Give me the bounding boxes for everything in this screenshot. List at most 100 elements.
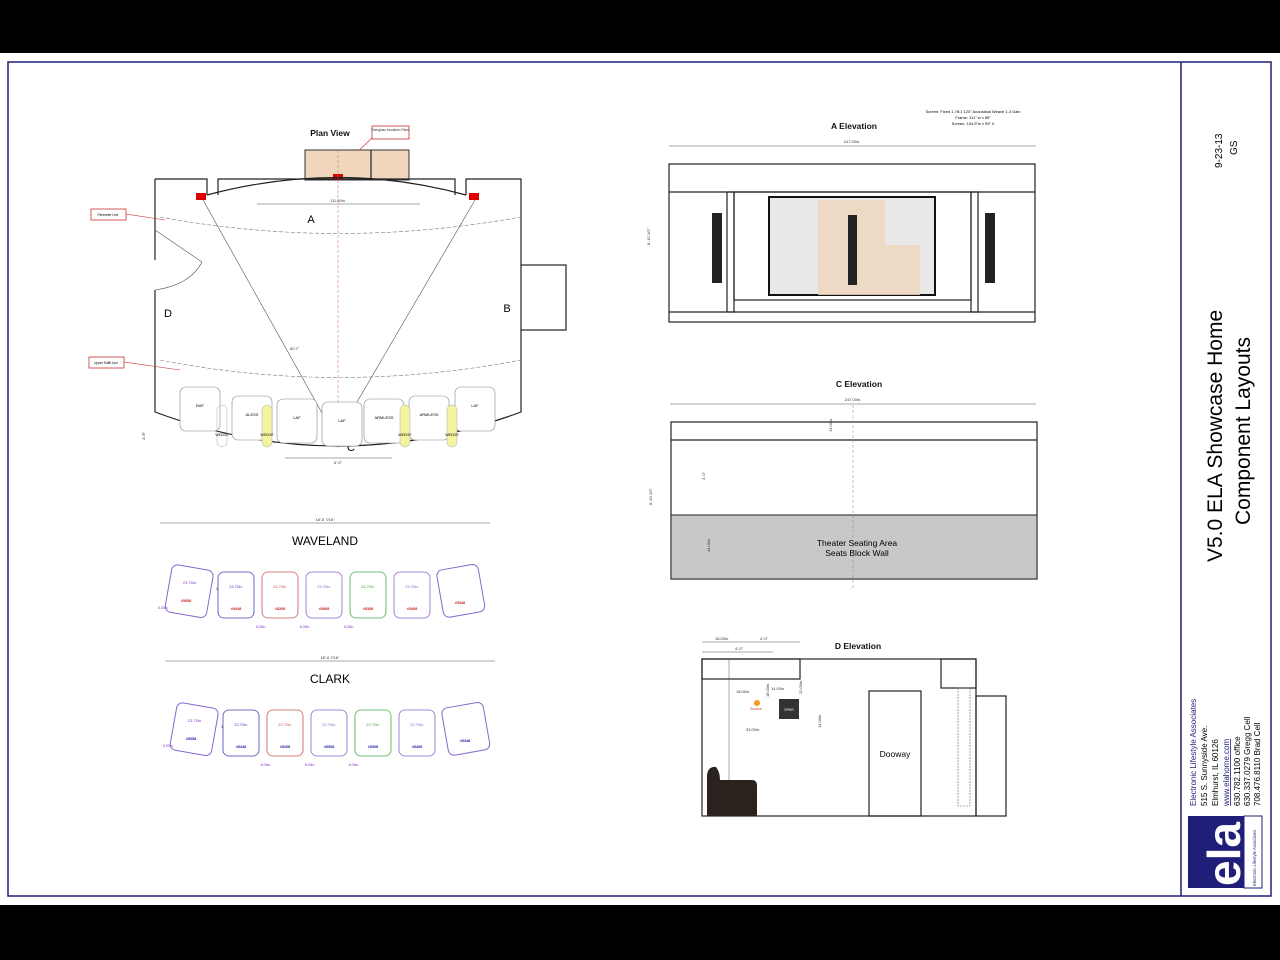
c-height-dim: 8'-10 1/2": [648, 488, 653, 505]
address-line-1: 515 S. Sunnyside Ave.: [1200, 726, 1209, 806]
seat: [321, 401, 363, 447]
soffit-line: [159, 359, 522, 378]
plan-view: Plan View Fiberglass Insulation Filled 1…: [88, 125, 567, 465]
seat-dim: 23.75in.: [366, 723, 380, 727]
drawing-sheet: Plan View Fiberglass Insulation Filled 1…: [0, 53, 1280, 905]
phone-office: 630.782.1100 office: [1233, 736, 1242, 806]
d-dim-spkr-x: 14.00in.: [771, 686, 785, 691]
door-swing: [154, 229, 203, 291]
sheet-border: [7, 61, 1272, 897]
seat: [276, 398, 318, 444]
a-width-dim: 247.00in.: [844, 139, 860, 144]
insulation-callout-text: Fiberglass Insulation Filled: [371, 128, 409, 132]
seat: [179, 386, 221, 432]
seat: [266, 709, 304, 757]
wedge-label: WEDGE: [260, 433, 274, 437]
seat-label: LAF: [293, 415, 301, 420]
sconce-icon: [754, 700, 760, 706]
seat-label: ALESS: [246, 412, 259, 417]
a-elevation: A Elevation Screen: Fixed 1.78:1 120" Ac…: [646, 109, 1036, 323]
sku-label: #5908: [319, 607, 330, 611]
seat: [354, 709, 392, 757]
side-room: [520, 264, 567, 331]
seat: [217, 571, 255, 619]
seat-dim: 23.75in.: [273, 585, 287, 589]
seat-row: RAF ALESS LAF LAF ARMLESS ARMLESS LAF WEDGE WEDG…: [179, 386, 496, 448]
c-elevation: C Elevation 247.00in. 8'-10 1/2" 13.00in…: [648, 379, 1038, 590]
screen-note-2: Frame: 111" w x 65": [955, 115, 991, 120]
sku-label: #5308: [368, 745, 379, 749]
right-speaker: [469, 193, 479, 200]
sku-label: #5408: [407, 607, 418, 611]
sku-label: #5348: [455, 601, 466, 605]
wedge-label: WEDGE: [215, 433, 229, 437]
wall-label-a: A: [307, 214, 315, 226]
wedge: [261, 404, 273, 448]
drafter-initials: GS: [1229, 140, 1240, 155]
seat-dim: 23.75in.: [322, 723, 336, 727]
corner-seat: [164, 564, 214, 619]
a-height-dim: 8'-10 1/2": [646, 228, 651, 245]
seat-label: LAF: [471, 403, 479, 408]
block-label-2: Seats Block Wall: [825, 548, 889, 558]
wedge: [446, 404, 458, 448]
seat-dim: 23.75in.: [278, 723, 292, 727]
dim-riser: 1'-6": [141, 431, 146, 440]
seat-dim: 23.75in.: [361, 585, 375, 589]
waveland-title: WAVELAND: [292, 534, 358, 548]
corner-seat: [441, 702, 491, 756]
seat-label: LAF: [338, 418, 346, 423]
seat: [310, 709, 348, 757]
c-wall-dim: 44.00in.: [706, 538, 711, 552]
seat-dim: 23.75in.: [405, 585, 419, 589]
theater-chair-image: [706, 766, 757, 816]
sku-label: #5908: [324, 745, 335, 749]
dim-row: 6'-0": [334, 460, 343, 465]
waveland-overall-dim: 18'-6 7/16": [315, 517, 335, 522]
spacer-dim: 6.00in.: [305, 763, 316, 767]
seat: [305, 571, 343, 619]
c-mid-dim: 4'-0": [701, 471, 706, 480]
d-dim-sconce-y: 18.00in.: [765, 683, 770, 697]
sku-label: #5348: [460, 739, 471, 743]
company-name: Electronic Lifestyle Associates: [1189, 699, 1198, 806]
waveland-layout: 18'-6 7/16" WAVELAND 23.75in.10 9/16"6.0…: [158, 517, 490, 629]
sku-label: #5408: [412, 745, 423, 749]
address-line-2: Elmhurst, IL 60126: [1211, 739, 1220, 806]
seat-dim: 23.75in.: [317, 585, 331, 589]
wedge-label: WEDGE: [445, 433, 459, 437]
seat: [393, 571, 431, 619]
dim-angle: 60.7": [290, 346, 300, 351]
block-label-1: Theater Seating Area: [817, 538, 898, 548]
seat: [398, 709, 436, 757]
sheet-subtitle: Component Layouts: [1232, 337, 1255, 525]
sconce-label: Sconce: [750, 707, 762, 711]
screen-note-3: Screen: 104.5"w x 59" h: [952, 121, 995, 126]
seat-label: RAF: [196, 403, 205, 408]
title-block: 9-23-13 GS V5.0 ELA Showcase Home Compon…: [1188, 133, 1263, 889]
soffit-callout-text: Upper Soffit Line: [94, 361, 118, 365]
seat: [349, 571, 387, 619]
d-dim-spkr-top: 12.00in.: [798, 680, 803, 694]
website-link[interactable]: www.elahome.com: [1222, 739, 1231, 807]
spacer-dim: 6.00in.: [349, 763, 360, 767]
seat: [261, 571, 299, 619]
d-dim-sconce-x: 18.00in.: [736, 689, 750, 694]
wedge: [399, 404, 411, 448]
door-label: Dooway: [880, 749, 911, 759]
corner-seat: [436, 564, 486, 618]
drawing-canvas: Plan View Fiberglass Insulation Filled 1…: [7, 61, 1272, 897]
right-speaker: [985, 213, 995, 283]
dim-screen: 111.00in.: [330, 198, 346, 203]
c-width-dim: 247.00in.: [845, 397, 861, 402]
c-elevation-title: C Elevation: [836, 379, 882, 389]
d-dim-top3: 4'-0": [735, 646, 744, 651]
screen-note-1: Screen: Fixed 1.78:1 120" Acoustical Wea…: [926, 109, 1021, 114]
spacer-dim: 6.00in.: [256, 625, 267, 629]
seat-label: ARMLESS: [374, 415, 393, 420]
left-speaker: [196, 193, 206, 200]
perimeter-callout-text: Perimeter Line: [98, 213, 119, 217]
phone-gregg: 630.337.0279 Gregg Cell: [1243, 716, 1252, 806]
end-dim: 6.00in.: [163, 744, 174, 748]
seat: [454, 386, 496, 432]
